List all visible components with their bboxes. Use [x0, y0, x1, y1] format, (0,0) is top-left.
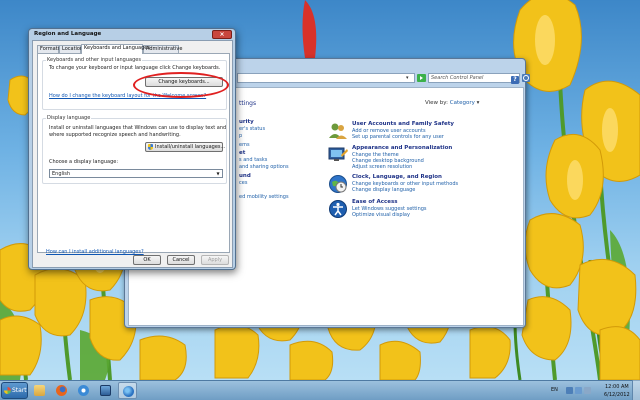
appearance-icon[interactable]	[328, 145, 348, 165]
left-fragment-10[interactable]: ed mobility settings	[239, 194, 289, 200]
control-panel-icon[interactable]	[118, 382, 137, 399]
address-bar: ▾ Search Control Panel	[237, 73, 530, 83]
left-fragment-1[interactable]: er's status	[239, 126, 265, 132]
display-language-select[interactable]: English ▼	[49, 169, 223, 178]
install-uninstall-label: Install/uninstall languages...	[155, 144, 226, 150]
tab-location[interactable]: Location	[59, 45, 83, 53]
highlight-ellipse	[133, 72, 229, 98]
keyboards-group-legend: Keyboards and other input languages	[46, 57, 142, 63]
category-user-accounts: User Accounts and Family Safety Add or r…	[328, 121, 518, 147]
explorer-icon[interactable]	[30, 382, 49, 399]
category-ease-of-access: Ease of Access Let Windows suggest setti…	[328, 199, 518, 225]
address-field[interactable]	[237, 73, 415, 83]
display-language-text-line2: where supported recognize speech and han…	[49, 132, 181, 138]
taskbar: Start EN 12:00 AM 6/12/2012	[0, 380, 640, 400]
category-link[interactable]: Adjust screen resolution	[352, 164, 412, 170]
category-clock-language-region: Clock, Language, and Region Change keybo…	[328, 174, 518, 200]
cancel-button[interactable]: Cancel	[167, 255, 195, 265]
left-fragment-0[interactable]: urity	[239, 119, 254, 125]
left-fragment-5[interactable]: s and tasks	[239, 157, 267, 163]
language-indicator[interactable]: EN	[551, 387, 558, 393]
left-fragment-7[interactable]: und	[239, 173, 251, 179]
category-title[interactable]: Ease of Access	[352, 199, 398, 205]
tab-keyboards-languages[interactable]: Keyboards and Languages	[81, 44, 150, 54]
keyboards-description: To change your keyboard or input languag…	[49, 65, 221, 71]
left-fragment-6[interactable]: and sharing options	[239, 164, 289, 170]
ok-button[interactable]: OK	[133, 255, 161, 265]
clock-time[interactable]: 12:00 AM	[605, 384, 629, 390]
internet-explorer-icon[interactable]	[74, 382, 93, 399]
apply-button[interactable]: Apply	[201, 255, 229, 265]
category-appearance: Appearance and Personalization Change th…	[328, 145, 518, 175]
address-dropdown-icon[interactable]: ▾	[406, 75, 409, 81]
network-icon[interactable]	[575, 387, 582, 394]
choose-display-language-label: Choose a display language:	[49, 159, 119, 165]
ease-of-access-icon[interactable]	[328, 199, 348, 219]
view-by-label: View by:	[425, 100, 448, 106]
show-desktop-button[interactable]	[632, 380, 640, 400]
close-button[interactable]: ×	[212, 30, 232, 39]
category-link[interactable]: Optimize visual display	[352, 212, 410, 218]
left-fragment-8[interactable]: ces	[239, 180, 247, 186]
clock-date[interactable]: 6/12/2012	[604, 392, 630, 398]
category-title[interactable]: Appearance and Personalization	[352, 145, 452, 151]
tab-formats[interactable]: Formats	[37, 45, 60, 53]
left-fragment-2[interactable]: p	[239, 133, 242, 139]
view-by-control[interactable]: View by: Category ▾	[425, 100, 479, 106]
chevron-down-icon[interactable]: ▼	[215, 171, 221, 176]
users-icon[interactable]	[328, 121, 348, 141]
windows-logo-icon	[4, 387, 11, 394]
category-title[interactable]: Clock, Language, and Region	[352, 174, 442, 180]
view-by-value[interactable]: Category	[450, 100, 475, 106]
refresh-go-button[interactable]	[417, 74, 426, 82]
firefox-icon[interactable]	[52, 382, 71, 399]
display-language-value: English	[52, 171, 71, 177]
left-fragment-4[interactable]: et	[239, 150, 245, 156]
left-fragment-3[interactable]: ems	[239, 142, 250, 148]
search-icon[interactable]	[522, 74, 530, 82]
display-language-group: Display language Install or uninstall la…	[42, 115, 227, 184]
dialog-title: Region and Language	[34, 31, 102, 37]
install-uninstall-languages-button[interactable]: Install/uninstall languages...	[145, 142, 226, 152]
region-language-dialog: Region and Language × Formats Location K…	[28, 28, 236, 270]
category-link[interactable]: Set up parental controls for any user	[352, 134, 444, 140]
category-title[interactable]: User Accounts and Family Safety	[352, 121, 454, 127]
help-icon[interactable]: ?	[511, 76, 519, 84]
clock-globe-icon[interactable]	[328, 174, 348, 194]
start-label: Start	[12, 387, 27, 394]
display-language-legend: Display language	[46, 115, 92, 121]
install-additional-languages-link[interactable]: How can I install additional languages?	[46, 249, 144, 255]
start-button[interactable]: Start	[1, 382, 28, 399]
system-tray: EN 12:00 AM 6/12/2012	[548, 382, 640, 399]
page-heading-fragment: ttings	[239, 100, 257, 107]
category-link[interactable]: Change display language	[352, 187, 415, 193]
search-input[interactable]: Search Control Panel	[428, 73, 520, 83]
display-language-text-line1: Install or uninstall languages that Wind…	[49, 125, 227, 131]
volume-icon[interactable]	[584, 387, 591, 394]
action-center-icon[interactable]	[566, 387, 573, 394]
remote-desktop-icon[interactable]	[96, 382, 115, 399]
shield-icon	[148, 144, 153, 150]
view-by-dropdown-icon[interactable]: ▾	[477, 100, 480, 106]
